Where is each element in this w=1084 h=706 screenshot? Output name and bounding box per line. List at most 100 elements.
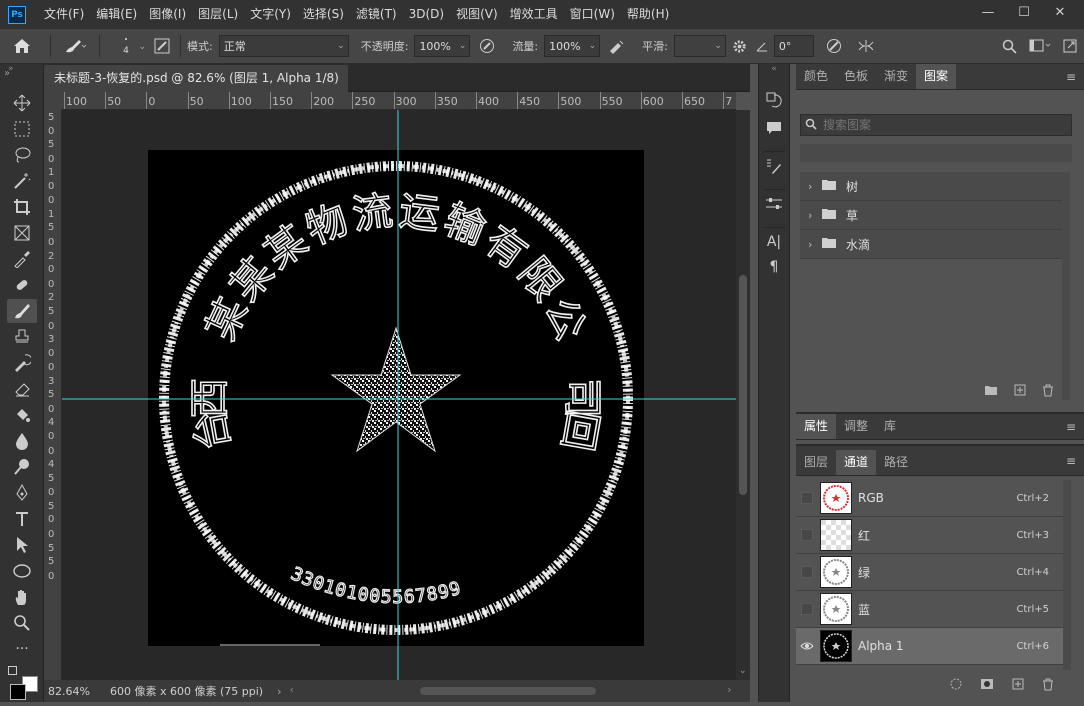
properties-panel-tab[interactable]: 库 <box>876 414 904 439</box>
move-tool[interactable] <box>0 90 44 116</box>
magic-wand-tool[interactable] <box>0 168 44 194</box>
chevron-right-icon[interactable]: › <box>808 238 822 251</box>
adjustments-sliders-icon[interactable] <box>759 190 789 218</box>
share-icon[interactable] <box>1056 39 1084 53</box>
menu-item[interactable]: 滤镜(T) <box>350 0 403 29</box>
home-icon[interactable] <box>0 38 44 54</box>
eye-icon[interactable] <box>796 641 818 651</box>
paint-bucket-tool[interactable] <box>0 402 44 428</box>
mode-select[interactable]: 正常 ⌄ <box>218 35 349 57</box>
blur-tool[interactable] <box>0 428 44 454</box>
pattern-panel-tab[interactable]: 渐变 <box>876 64 916 89</box>
document-tab[interactable]: 未标题-3-恢复的.psd @ 82.6% (图层 1, Alpha 1/8) … <box>44 65 348 112</box>
crop-tool[interactable] <box>0 194 44 220</box>
comments-icon[interactable] <box>759 114 789 142</box>
trash-icon[interactable] <box>1042 678 1054 694</box>
pressure-opacity-icon[interactable] <box>472 38 502 54</box>
frame-tool[interactable] <box>0 220 44 246</box>
more-tools-icon[interactable]: ··· <box>0 636 44 662</box>
airbrush-icon[interactable] <box>602 38 632 54</box>
channels-panel-tab[interactable]: 通道 <box>836 450 877 475</box>
character-icon[interactable]: A| <box>759 228 789 256</box>
new-pattern-icon[interactable] <box>1014 384 1026 400</box>
pressure-size-icon[interactable] <box>814 38 854 54</box>
dodge-tool[interactable] <box>0 454 44 480</box>
horizontal-scroll-thumb[interactable] <box>419 687 596 695</box>
pattern-panel-tab[interactable]: 图案 <box>916 64 957 89</box>
channel-row[interactable]: 蓝 Ctrl+5 <box>796 591 1063 628</box>
menu-item[interactable]: 帮助(H) <box>621 0 675 29</box>
channels-panel-tab[interactable]: 图层 <box>796 450 836 475</box>
angle-input[interactable]: 0° <box>773 35 814 57</box>
chevron-right-icon[interactable]: › <box>808 209 822 222</box>
pattern-folder[interactable]: › 水滴 <box>800 230 1067 259</box>
scroll-right-arrow[interactable]: › <box>727 683 731 696</box>
clone-stamp-tool[interactable] <box>0 324 44 350</box>
document-canvas[interactable]: 台西某某某物流 运输有限公司回 330101005567899 <box>62 110 736 680</box>
panel-menu-icon[interactable]: ≡ <box>1066 70 1076 84</box>
panel-menu-icon[interactable]: ≡ <box>1066 420 1076 434</box>
save-selection-icon[interactable] <box>980 678 994 694</box>
channel-row[interactable]: Alpha 1 Ctrl+6 <box>796 628 1063 665</box>
channel-scrollbar[interactable] <box>1063 480 1071 670</box>
channels-panel-tab[interactable]: 路径 <box>876 450 916 475</box>
type-tool[interactable] <box>0 506 44 532</box>
pattern-panel-tab[interactable]: 色板 <box>836 64 876 89</box>
channel-row[interactable]: 红 Ctrl+3 <box>796 517 1063 554</box>
panel-menu-icon[interactable]: ≡ <box>1066 454 1076 468</box>
lasso-tool[interactable] <box>0 142 44 168</box>
visibility-toggle[interactable] <box>796 603 818 615</box>
menu-item[interactable]: 图像(I) <box>143 0 192 29</box>
visibility-toggle[interactable] <box>796 492 818 504</box>
horizontal-ruler[interactable]: 100 50 0 50 100 150 200 250 300 350 400 450 500 550 60… <box>62 92 736 110</box>
scroll-left-arrow[interactable]: ‹ <box>290 683 294 696</box>
menu-item[interactable]: 窗口(W) <box>564 0 621 29</box>
new-group-folder-icon[interactable] <box>984 384 998 400</box>
menu-item[interactable]: 图层(L) <box>192 0 244 29</box>
workspace-icon[interactable] <box>1024 39 1056 53</box>
maximize-button[interactable]: ☐ <box>1006 0 1042 24</box>
menu-item[interactable]: 文件(F) <box>38 0 90 29</box>
pattern-search-input[interactable] <box>823 118 1063 132</box>
search-icon[interactable] <box>994 39 1024 54</box>
hand-tool[interactable] <box>0 584 44 610</box>
close-window-button[interactable]: ✕ <box>1042 0 1078 24</box>
scroll-down-arrow[interactable]: ⌄ <box>739 666 747 676</box>
properties-panel-tab[interactable]: 调整 <box>836 414 876 439</box>
channel-row[interactable]: RGB Ctrl+2 <box>796 480 1063 517</box>
channel-row[interactable]: 绿 Ctrl+4 <box>796 554 1063 591</box>
zoom-tool[interactable] <box>0 610 44 636</box>
eraser-tool[interactable] <box>0 376 44 402</box>
canvas-area[interactable]: 台西某某某物流运输有限公司回 330101005567899 <box>62 110 736 680</box>
symmetry-icon[interactable] <box>854 38 878 54</box>
pattern-panel-tab[interactable]: 颜色 <box>796 64 836 89</box>
gear-icon[interactable] <box>726 39 754 54</box>
new-channel-icon[interactable] <box>1012 678 1024 694</box>
status-arrow[interactable]: › <box>277 685 281 698</box>
chevron-right-icon[interactable]: › <box>808 180 822 193</box>
brush-settings-icon[interactable] <box>150 38 174 54</box>
pattern-folder[interactable]: › 树 <box>800 172 1067 201</box>
menu-item[interactable]: 选择(S) <box>297 0 350 29</box>
visibility-toggle[interactable] <box>796 566 818 578</box>
dock-collapse-icon[interactable]: « <box>759 64 789 78</box>
zoom-level[interactable]: 82.64% <box>48 685 104 698</box>
load-selection-icon[interactable] <box>950 678 962 694</box>
brush-settings-panel-icon[interactable] <box>759 152 789 180</box>
healing-brush-tool[interactable] <box>0 272 44 298</box>
path-selection-tool[interactable] <box>0 532 44 558</box>
properties-panel-tab[interactable]: 属性 <box>796 414 837 439</box>
horizontal-scrollbar[interactable]: ‹ › <box>290 683 732 697</box>
marquee-tool[interactable] <box>0 116 44 142</box>
visibility-toggle[interactable] <box>796 529 818 541</box>
brush-tool[interactable] <box>0 298 44 324</box>
menu-item[interactable]: 视图(V) <box>450 0 504 29</box>
flow-input[interactable]: 100% ⌄ <box>544 35 601 57</box>
paragraph-icon[interactable]: ¶ <box>759 256 789 278</box>
smooth-input[interactable]: ⌄ <box>673 35 726 57</box>
default-colors-icon[interactable] <box>8 666 17 675</box>
pen-tool[interactable] <box>0 480 44 506</box>
vertical-scroll-thumb[interactable] <box>739 275 747 495</box>
vertical-ruler[interactable]: 5050100150200250300350400450500550 <box>44 110 62 680</box>
foreground-color[interactable] <box>10 684 26 700</box>
